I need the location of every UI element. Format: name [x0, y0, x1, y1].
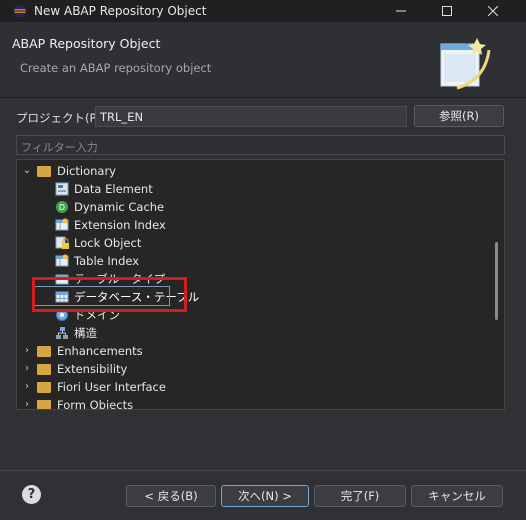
chevron-right-icon[interactable]: › [21, 398, 33, 409]
back-button[interactable]: < 戻る(B) [126, 485, 216, 507]
folder-icon [37, 166, 51, 177]
tree-item-dictionary[interactable]: ⌄ Dictionary [17, 162, 483, 180]
project-label: プロジェクト(P): [16, 111, 105, 125]
tree-item-label: Fiori User Interface [57, 380, 166, 394]
title-bar: New ABAP Repository Object [0, 0, 526, 22]
lock-object-icon [55, 236, 69, 249]
window-title: New ABAP Repository Object [34, 4, 207, 18]
folder-icon [37, 382, 51, 393]
tree-item-label: Extensibility [57, 362, 128, 376]
footer-divider [0, 470, 526, 471]
tree-item-structure[interactable]: 構造 [17, 324, 483, 342]
maximize-icon [442, 6, 452, 16]
tree-item-extensibility[interactable]: › Extensibility [17, 360, 483, 378]
minimize-button[interactable] [378, 0, 424, 22]
tree-item-label: 構造 [74, 326, 97, 340]
project-input[interactable]: TRL_EN [95, 106, 407, 127]
folder-icon [37, 346, 51, 357]
wizard-banner: ABAP Repository Object Create an ABAP re… [0, 22, 526, 98]
structure-icon [56, 327, 68, 339]
chevron-right-icon[interactable]: › [21, 344, 33, 358]
finish-button[interactable]: 完了(F) [314, 485, 406, 507]
tree-item-label: Table Index [74, 254, 140, 268]
tree-item-form-objects[interactable]: › Form Objects [17, 396, 483, 410]
filter-input[interactable]: フィルター入力 [16, 135, 505, 155]
page-title: ABAP Repository Object [12, 36, 161, 51]
dialog-window: New ABAP Repository Object ABAP Reposito… [0, 0, 526, 520]
svg-text:D: D [59, 203, 65, 212]
table-index-icon [55, 254, 69, 267]
tree-item-label: Dynamic Cache [74, 200, 165, 214]
tree-item-label: Extension Index [74, 218, 166, 232]
minimize-icon [396, 10, 406, 12]
dynamic-cache-icon: D [56, 201, 68, 213]
tree-item-fiori-user-interface[interactable]: › Fiori User Interface [17, 378, 483, 396]
tree-item-lock-object[interactable]: Lock Object [17, 234, 483, 252]
next-button[interactable]: 次へ(N) > [221, 485, 309, 507]
chevron-right-icon[interactable]: › [21, 362, 33, 376]
tree-item-data-element[interactable]: Data Element [17, 180, 483, 198]
tree-item-label: Lock Object [74, 236, 142, 250]
tree-item-label: Enhancements [57, 344, 143, 358]
tree-item-table-index[interactable]: Table Index [17, 252, 483, 270]
close-button[interactable] [470, 0, 516, 22]
chevron-right-icon[interactable]: › [21, 380, 33, 394]
tree-item-enhancements[interactable]: › Enhancements [17, 342, 483, 360]
chevron-down-icon[interactable]: ⌄ [21, 164, 33, 178]
folder-icon [37, 400, 51, 409]
cancel-button[interactable]: キャンセル [411, 485, 503, 507]
highlight-annotation-box [32, 277, 187, 312]
tree-item-dynamic-cache[interactable]: D Dynamic Cache [17, 198, 483, 216]
tree-item-label: Dictionary [57, 164, 116, 178]
browse-button[interactable]: 参照(R) [414, 105, 504, 127]
tree-item-extension-index[interactable]: Extension Index [17, 216, 483, 234]
maximize-button[interactable] [424, 0, 470, 22]
tree-scrollbar-thumb[interactable] [495, 242, 498, 320]
extension-index-icon [55, 218, 69, 231]
folder-icon [37, 364, 51, 375]
help-icon[interactable]: ? [22, 485, 41, 504]
data-element-icon [55, 182, 69, 196]
tree-item-label: Data Element [74, 182, 153, 196]
close-icon [488, 6, 498, 16]
eclipse-logo-icon [13, 4, 27, 18]
page-subtitle: Create an ABAP repository object [20, 61, 212, 75]
tree-item-label: Form Objects [57, 398, 134, 410]
wizard-window-icon [440, 38, 491, 90]
